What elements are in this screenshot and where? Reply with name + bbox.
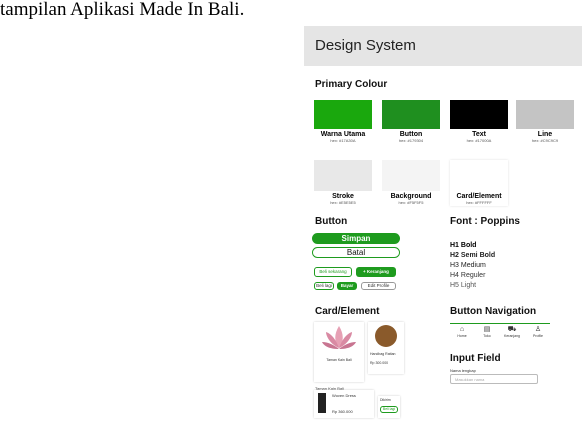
swatch-background[interactable]: Background hex: #F5F5F5 [382,160,440,206]
swatch-name: Text [472,131,486,138]
nav-label: Home [457,334,467,338]
dress-image [318,393,326,413]
font-h2: H2 Semi Bold [450,252,496,259]
name-input[interactable]: Masukkan nama [450,374,538,384]
font-h3: H3 Medium [450,262,486,269]
product-card[interactable]: Handbag Rattan Rp 300.000 [368,322,404,374]
product-name: Handbag Rattan [370,352,396,356]
card-element-heading: Card/Element [315,306,380,317]
simpan-button[interactable]: Simpan [312,233,400,244]
nav-item-profile[interactable]: ♙ Profile [528,326,548,338]
batal-button[interactable]: Batal [312,247,400,258]
swatch-warna-utama[interactable]: Warna Utama hex: #17A30A [314,100,372,146]
nav-item-toko[interactable]: ▤ Toko [477,326,497,338]
swatch-chip [382,100,440,129]
product-price: Rp 300.000 [370,361,389,365]
font-h4: H4 Reguler [450,272,486,279]
swatch-line[interactable]: Line hex: #C9C9C9 [516,100,574,146]
beli-lagi-button[interactable]: Beli lagi [314,282,334,290]
swatch-chip [516,100,574,129]
document-caption: tampilan Aplikasi Made In Bali. [0,0,245,20]
swatch-name: Button [399,131,423,138]
nav-item-home[interactable]: ⌂ Home [452,326,472,338]
swatch-chip [382,160,440,191]
swatch-name: Warna Utama [320,131,366,138]
shop-card[interactable]: Taman Kain Bali [314,322,364,382]
nav-item-keranjang[interactable]: ⛟ Keranjang [502,326,522,338]
cart-icon: ⛟ [507,326,517,333]
swatch-hex: hex: #17000A [466,138,492,143]
home-icon: ⌂ [459,326,465,333]
order-status-card[interactable]: Dikirim Beli lagi [378,396,400,418]
font-h1: H1 Bold [450,242,477,249]
swatch-hex: hex: #179304 [398,138,424,143]
nav-label: Keranjang [504,334,520,338]
swatch-hex: hex: #F5F5F5 [398,200,424,205]
swatch-name: Stroke [332,193,354,200]
profile-icon: ♙ [534,326,542,333]
font-heading: Font : Poppins [450,216,520,227]
input-field-heading: Input Field [450,353,501,364]
dress-price: Rp 360.000 [332,409,353,414]
bayar-button[interactable]: Bayar [337,282,357,290]
swatch-hex: hex: #FFFFFF [466,200,492,205]
primary-colour-heading: Primary Colour [315,79,388,90]
input-label: Nama lengkap [450,368,476,373]
nav-label: Toko [483,334,491,338]
swatch-hex: hex: #17A30A [330,138,356,143]
dress-name: Woven Dress [332,393,356,398]
font-h5: H5 Light [450,282,477,289]
keranjang-button[interactable]: + Keranjang [356,267,396,277]
bottom-navigation-bar: ⌂ Home ▤ Toko ⛟ Keranjang ♙ Profile [450,323,550,340]
nav-label: Profile [533,334,543,338]
design-system-board: Design System Primary Colour Warna Utama… [304,26,582,445]
order-status: Dikirim [380,398,391,402]
button-heading: Button [315,216,348,227]
swatch-text[interactable]: Text hex: #17000A [450,100,508,146]
swatch-stroke[interactable]: Stroke hex: #E5E5E5 [314,160,372,206]
swatch-card-element[interactable]: Card/Element hex: #FFFFFF [450,160,508,206]
handbag-image [375,325,397,347]
swatch-hex: hex: #C9C9C9 [531,138,559,143]
shop-logo-caption: Taman Kain Bali [326,358,352,362]
swatch-button[interactable]: Button hex: #179304 [382,100,440,146]
swatch-chip [450,100,508,129]
swatch-name: Card/Element [456,193,502,200]
order-card[interactable]: Woven Dress Rp 360.000 [314,390,374,418]
beli-sekarang-button[interactable]: Beli sekarang [314,267,352,277]
swatch-name: Line [537,131,553,138]
store-icon: ▤ [483,326,491,333]
header-bar: Design System [304,26,582,66]
page-title: Design System [315,37,416,54]
swatch-chip [314,100,372,129]
lotus-logo-icon [322,326,356,349]
edit-profile-button[interactable]: Edit Profile [361,282,396,290]
swatch-name: Background [390,193,432,200]
dress-buy-again-button[interactable]: Beli lagi [380,406,398,413]
button-navigation-heading: Button Navigation [450,306,537,317]
swatch-chip [314,160,372,191]
swatch-chip [450,160,508,191]
swatch-hex: hex: #E5E5E5 [330,200,356,205]
